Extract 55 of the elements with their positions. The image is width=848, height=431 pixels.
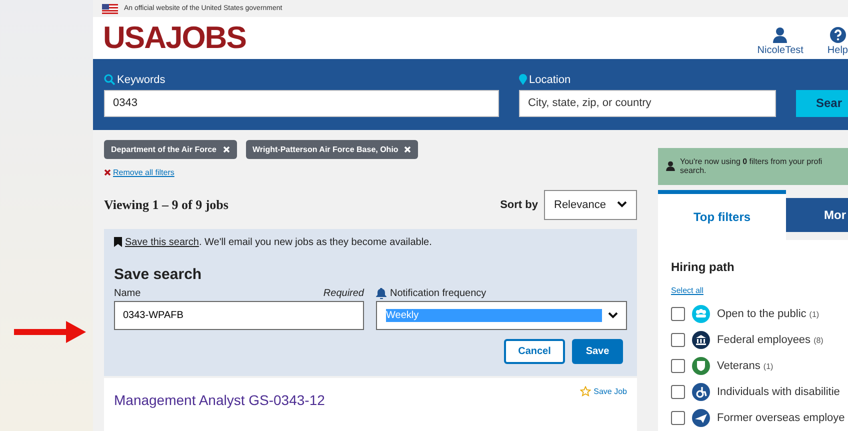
save-notice: Save this search. We'll email you new jobs as they become available. bbox=[125, 236, 432, 248]
filter-chip[interactable]: Wright-Patterson Air Force Base, Ohio bbox=[246, 140, 418, 159]
hiring-path-option: Veterans (1) bbox=[717, 360, 774, 372]
keywords-field[interactable]: 0343 bbox=[104, 90, 499, 117]
checkbox[interactable] bbox=[671, 358, 685, 373]
close-icon[interactable] bbox=[404, 146, 412, 153]
save-button[interactable]: Save bbox=[572, 338, 623, 364]
flag-icon bbox=[102, 4, 118, 14]
remove-filters-link[interactable]: Remove all filters bbox=[113, 168, 174, 177]
map-pin-icon bbox=[519, 74, 527, 86]
location-field[interactable]: City, state, zip, or country bbox=[519, 90, 776, 117]
checkbox[interactable] bbox=[671, 384, 685, 399]
site-logo[interactable]: USAJOBS bbox=[103, 20, 246, 56]
location-label: Location bbox=[529, 74, 571, 86]
hiring-path-option: Former overseas employe bbox=[717, 412, 845, 424]
save-job-link[interactable]: Save Job bbox=[580, 386, 627, 397]
select-all-link[interactable]: Select all bbox=[671, 286, 704, 295]
job-title-link[interactable]: Management Analyst GS-0343-12 bbox=[114, 392, 325, 408]
required-label: Required bbox=[323, 288, 364, 299]
hiring-path-option: Open to the public (1) bbox=[717, 308, 820, 320]
bookmark-icon bbox=[114, 237, 122, 248]
name-field[interactable]: 0343-WPAFB bbox=[114, 300, 364, 330]
chevron-icon bbox=[617, 201, 627, 208]
star-icon bbox=[580, 386, 591, 397]
checkbox[interactable] bbox=[671, 410, 685, 425]
filter-chip[interactable]: Department of the Air Force bbox=[104, 140, 236, 159]
close-icon bbox=[104, 168, 111, 176]
hiring-path-option: Individuals with disabilitie bbox=[717, 386, 840, 398]
chevron-icon bbox=[608, 312, 618, 319]
hiring-path-option: Federal employees (8) bbox=[717, 334, 824, 346]
bell-icon bbox=[376, 288, 387, 299]
checkbox[interactable] bbox=[671, 306, 685, 321]
arrow-drawing bbox=[14, 321, 86, 343]
search-icon bbox=[104, 74, 115, 86]
nav-link[interactable]: Help bbox=[827, 26, 848, 56]
sort-dropdown[interactable]: Relevance bbox=[544, 190, 637, 220]
name-label: Name bbox=[114, 288, 141, 299]
keywords-label: Keywords bbox=[117, 74, 166, 86]
nav-link[interactable]: NicoleTest bbox=[757, 26, 804, 56]
frequency-label: Notification frequency bbox=[390, 288, 486, 299]
save-search-heading: Save search bbox=[114, 266, 203, 283]
hiring-path-heading: Hiring path bbox=[671, 260, 734, 274]
sort-label: Sort by bbox=[500, 198, 538, 211]
notice-text: You're now using 0 filters from your profi bbox=[680, 157, 822, 166]
close-icon[interactable] bbox=[222, 146, 230, 153]
user-icon bbox=[773, 26, 788, 43]
notice-text: search. bbox=[680, 166, 708, 176]
user-icon bbox=[666, 161, 675, 172]
cancel-button[interactable]: Cancel bbox=[504, 338, 565, 364]
filter-tab[interactable]: Mor bbox=[786, 198, 848, 232]
filter-tab[interactable]: Top filters bbox=[658, 190, 786, 240]
checkbox[interactable] bbox=[671, 332, 685, 347]
search-button[interactable]: Sear bbox=[796, 90, 848, 117]
results-count: Viewing 1 – 9 of 9 jobs bbox=[104, 196, 230, 213]
save-search-link[interactable]: Save this search bbox=[125, 236, 199, 248]
